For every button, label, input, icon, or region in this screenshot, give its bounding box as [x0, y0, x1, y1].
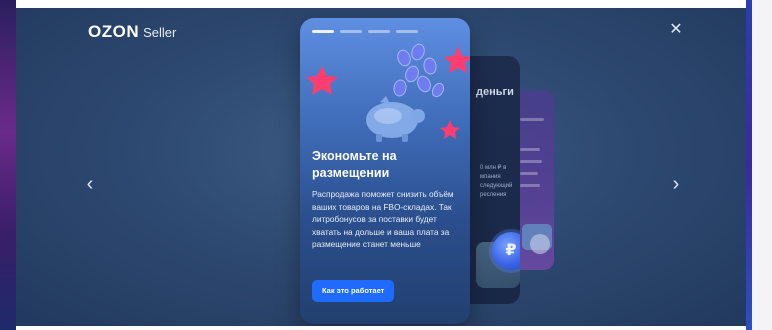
logo-product: Seller	[143, 25, 177, 40]
how-it-works-button[interactable]: Как это работает	[312, 280, 395, 302]
slide-description: Распродажа поможет снизить объём ваших т…	[312, 189, 454, 249]
preview-line	[520, 148, 540, 151]
decoration-icon	[522, 224, 552, 254]
progress-segment	[396, 30, 418, 33]
preview-title: деньги	[476, 86, 514, 98]
star-icon	[306, 66, 338, 95]
close-icon[interactable]: ✕	[666, 20, 686, 40]
progress-segment	[340, 30, 362, 33]
piggy-bank-icon	[306, 43, 470, 142]
slide-title: Экономьте на размещении	[312, 149, 397, 180]
slide-progress	[312, 30, 418, 33]
preview-snippet: 0 млн ₽ в мпания следующий ресления	[480, 165, 513, 198]
preview-line	[520, 160, 542, 163]
preview-line	[520, 118, 544, 121]
page-edge	[752, 0, 772, 330]
ozon-seller-logo: OZON Seller	[88, 22, 176, 42]
preview-line	[520, 172, 538, 175]
progress-segment	[312, 30, 334, 33]
onboarding-modal: OZON Seller ✕ ‹ › деньги 0 млн ₽ в мпани…	[16, 8, 746, 326]
star-icon	[440, 120, 460, 139]
chevron-left-icon[interactable]: ‹	[80, 172, 100, 196]
chevron-right-icon[interactable]: ›	[666, 172, 686, 196]
star-icon	[444, 46, 470, 73]
desktop-background-left	[0, 0, 16, 330]
progress-segment	[368, 30, 390, 33]
logo-brand: OZON	[88, 22, 140, 41]
preview-line	[520, 184, 540, 187]
slide-card-current: Экономьте на размещении Распродажа помож…	[300, 18, 470, 324]
